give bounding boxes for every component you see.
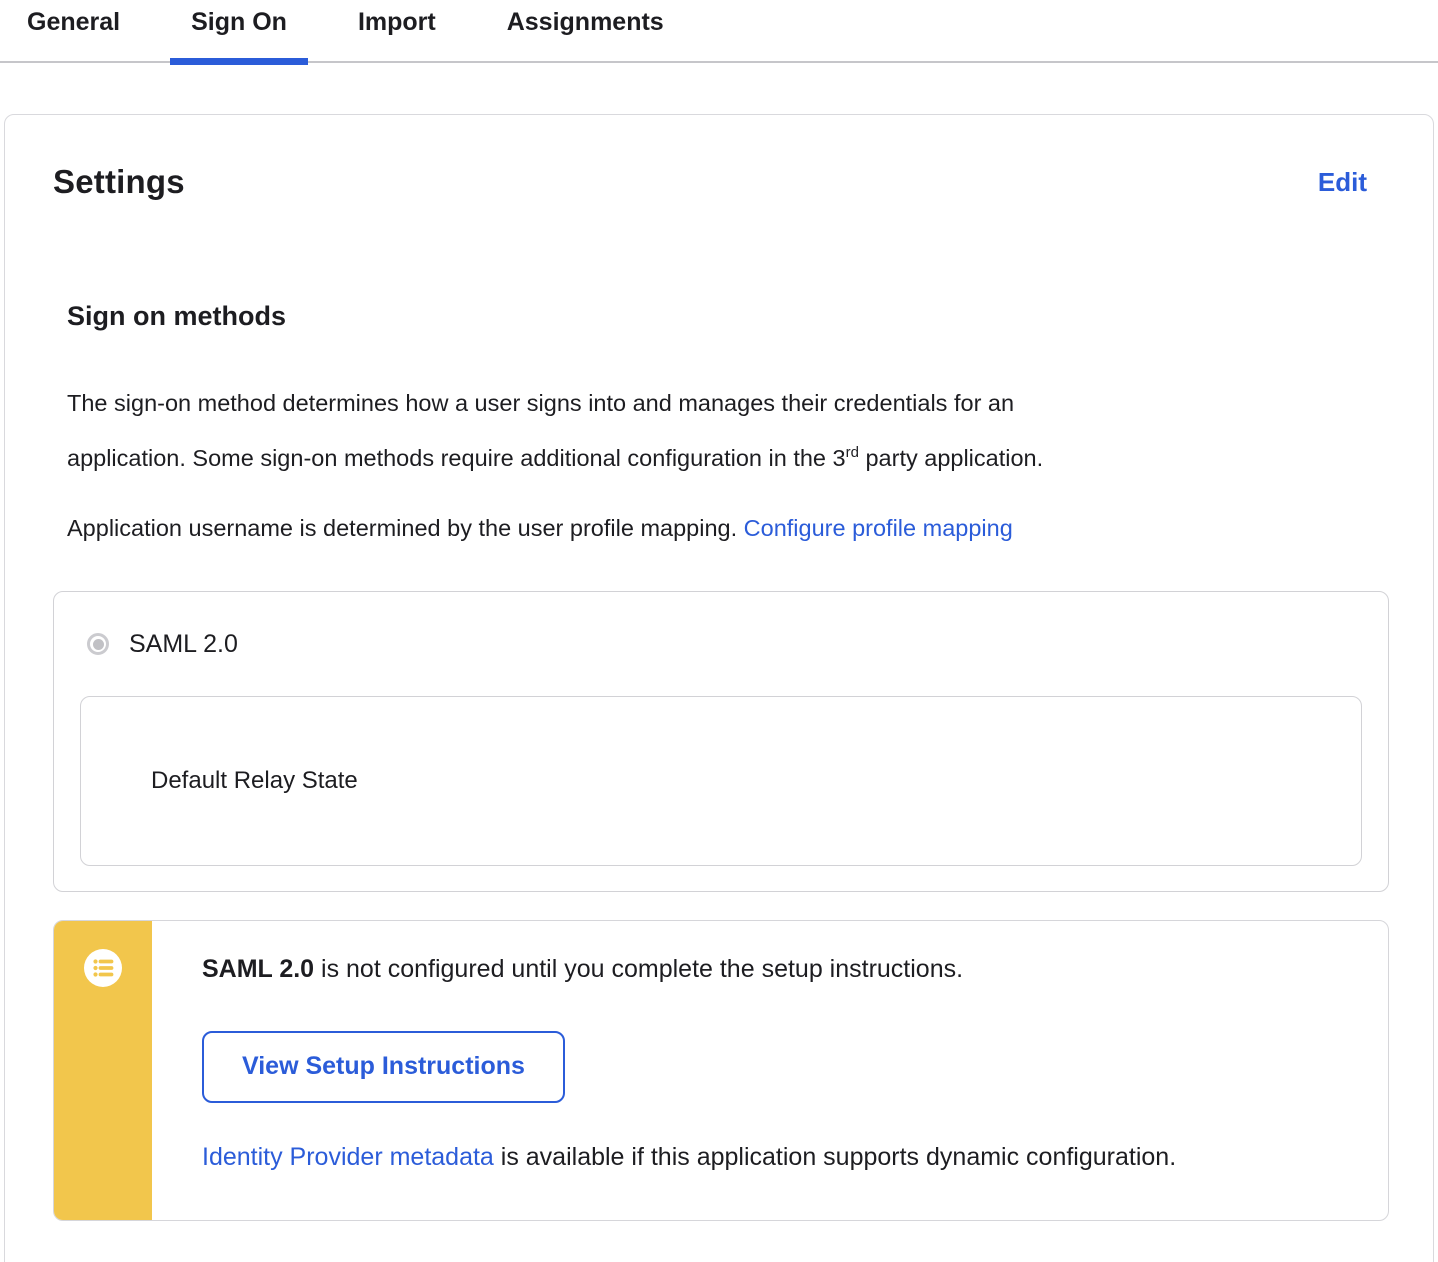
username-mapping-note: Application username is determined by th… xyxy=(67,503,1389,553)
saml-method-box: SAML 2.0 Default Relay State xyxy=(53,591,1389,892)
edit-link[interactable]: Edit xyxy=(1318,167,1367,198)
sign-on-methods-description: The sign-on method determines how a user… xyxy=(67,378,1389,483)
callout-method-name: SAML 2.0 xyxy=(202,955,314,983)
callout-message: SAML 2.0 is not configured until you com… xyxy=(202,953,1348,985)
callout-accent-strip xyxy=(54,921,152,1220)
tab-general[interactable]: General xyxy=(27,8,120,61)
metadata-note: Identity Provider metadata is available … xyxy=(202,1143,1348,1172)
saml-not-configured-callout: SAML 2.0 is not configured until you com… xyxy=(53,920,1389,1221)
tab-import[interactable]: Import xyxy=(358,8,436,61)
view-setup-instructions-button[interactable]: View Setup Instructions xyxy=(202,1031,565,1103)
ordinal-superscript: rd xyxy=(846,444,859,461)
saml-radio-row: SAML 2.0 xyxy=(87,630,1388,659)
tab-assignments[interactable]: Assignments xyxy=(507,8,664,61)
callout-content: SAML 2.0 is not configured until you com… xyxy=(152,921,1388,1220)
description-line-1: The sign-on method determines how a user… xyxy=(67,390,1014,416)
tab-sign-on[interactable]: Sign On xyxy=(191,8,287,61)
default-relay-state-label: Default Relay State xyxy=(151,767,358,795)
radio-dot xyxy=(93,639,104,650)
page-title: Settings xyxy=(53,163,185,201)
saml-radio-button[interactable] xyxy=(87,633,109,655)
metadata-note-text: is available if this application support… xyxy=(494,1143,1176,1171)
saml-radio-label: SAML 2.0 xyxy=(129,630,238,659)
username-mapping-text: Application username is determined by th… xyxy=(67,515,744,541)
list-icon xyxy=(84,949,122,987)
identity-provider-metadata-link[interactable]: Identity Provider metadata xyxy=(202,1143,494,1171)
description-line-2-end: party application. xyxy=(859,445,1043,471)
configure-profile-mapping-link[interactable]: Configure profile mapping xyxy=(744,515,1013,541)
callout-message-text: is not configured until you complete the… xyxy=(314,955,963,983)
settings-card: Settings Edit Sign on methods The sign-o… xyxy=(4,114,1434,1262)
description-line-2: application. Some sign-on methods requir… xyxy=(67,445,846,471)
default-relay-state-field: Default Relay State xyxy=(80,696,1362,866)
app-tab-bar: General Sign On Import Assignments xyxy=(0,0,1438,63)
settings-card-header: Settings Edit xyxy=(53,163,1389,201)
sign-on-methods-heading: Sign on methods xyxy=(67,301,1389,332)
